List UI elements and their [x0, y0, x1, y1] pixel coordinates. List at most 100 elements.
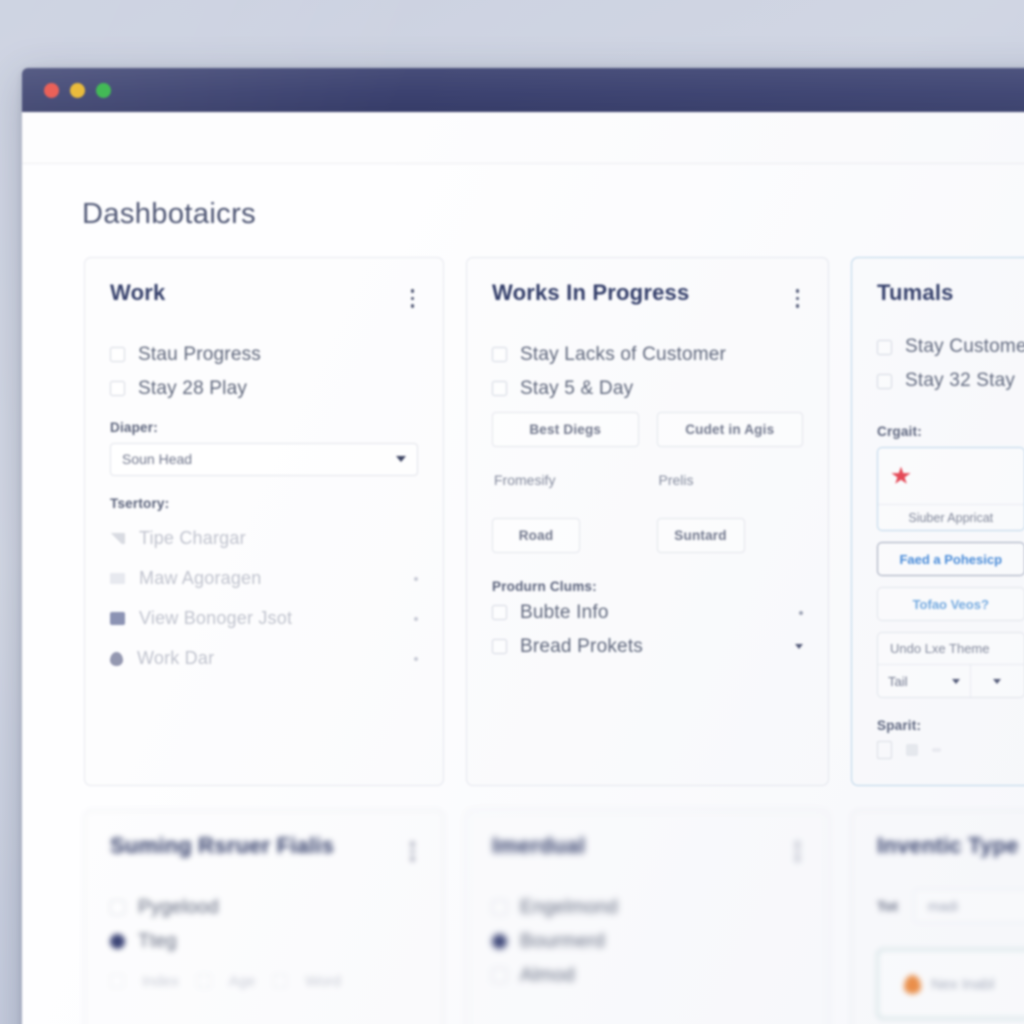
checkbox-icon[interactable]	[492, 639, 507, 654]
checkbox-row[interactable]: Pygelood	[110, 897, 418, 919]
inventic-field-row: Tot madi	[877, 889, 1024, 923]
status-dot	[414, 616, 418, 621]
kebab-menu-icon[interactable]	[407, 283, 419, 314]
card-inventic-type: Inventic Type Tot madi Nex Inabl	[851, 810, 1024, 1024]
tile-card[interactable]: Siuber Appricat	[877, 447, 1024, 531]
combo-select[interactable]: Tail	[878, 665, 970, 697]
dashboard-grid-row2: Suming Rsruer Fialis Pygelood Tteg Index…	[84, 810, 1024, 1024]
action-button[interactable]: Tofao Veos?	[877, 587, 1024, 621]
chip-button[interactable]: Suntard	[656, 517, 745, 553]
chart-icon	[110, 533, 125, 544]
list-item[interactable]: Tipe Chargar	[110, 519, 418, 559]
minimize-window-button[interactable]	[70, 82, 85, 98]
radio-row[interactable]: Tteg	[110, 931, 418, 953]
checkbox-row[interactable]: Bubte Info	[492, 602, 803, 624]
checkbox-icon[interactable]	[110, 347, 125, 362]
checkbox-label: Stay 28 Play	[138, 377, 248, 399]
status-dot	[414, 656, 418, 661]
tile-card[interactable]: Nex Inabl	[877, 949, 1024, 1019]
checkbox-icon[interactable]	[110, 974, 124, 988]
maximize-window-button[interactable]	[96, 82, 111, 98]
file-icon[interactable]	[877, 741, 892, 759]
checkbox-row[interactable]: Stay Lacks of Customer	[492, 344, 803, 366]
card-header: Imerdual	[492, 833, 803, 867]
checkbox-label: Bread Prokets	[520, 635, 643, 657]
mini-label: Age	[228, 972, 256, 990]
square-icon[interactable]	[906, 744, 918, 756]
checkbox-row[interactable]: Engelmond	[492, 897, 803, 919]
chip-sublabel: Fromesify	[494, 471, 556, 488]
checkbox-label: Pygelood	[138, 896, 219, 918]
card-header: Tumals	[877, 280, 1024, 306]
inventic-input[interactable]: madi	[913, 889, 1024, 923]
chevron-down-icon[interactable]	[795, 644, 803, 649]
footer-label: Sparit:	[877, 718, 922, 733]
checkbox-icon[interactable]	[492, 605, 507, 620]
checkbox-icon[interactable]	[110, 900, 125, 915]
checkbox-icon[interactable]	[492, 381, 507, 396]
checkbox-icon[interactable]	[877, 373, 892, 389]
checkbox-icon[interactable]	[877, 339, 892, 355]
checkbox-icon[interactable]	[492, 347, 507, 362]
kebab-menu-icon[interactable]	[792, 836, 804, 867]
checkbox-icon[interactable]	[492, 968, 507, 983]
mini-label: Word	[305, 972, 341, 990]
flame-icon	[904, 974, 921, 994]
kebab-menu-icon[interactable]	[407, 836, 419, 867]
card-title: Work	[110, 280, 166, 305]
diaper-select[interactable]: Soun Head	[110, 442, 418, 476]
radio-icon[interactable]	[492, 934, 507, 949]
kebab-menu-icon[interactable]	[792, 283, 804, 314]
section-label: Produrn Clums:	[492, 578, 597, 594]
chip-button[interactable]: Best Diegs	[492, 411, 639, 447]
dash-icon[interactable]	[932, 748, 941, 752]
list-item-label: Work Dar	[137, 648, 215, 668]
card-title: Works In Progress	[492, 280, 690, 305]
card-header: Works In Progress	[492, 280, 803, 314]
square-icon	[110, 612, 125, 625]
list-label: Tsertory:	[110, 495, 170, 511]
checkbox-icon[interactable]	[492, 900, 507, 915]
list-item-label: Tipe Chargar	[139, 528, 246, 548]
checkbox-icon[interactable]	[110, 381, 125, 396]
radio-label: Bourmerd	[520, 930, 606, 952]
checkbox-icon[interactable]	[196, 974, 211, 988]
list-item[interactable]: View Bonoger Jsot	[110, 599, 418, 639]
checkbox-row[interactable]: Stay 28 Play	[110, 378, 418, 400]
field-label: Tot	[877, 898, 898, 914]
chip-button[interactable]: Cudet in Agis	[656, 411, 803, 447]
card-suming-rsruer-fialis: Suming Rsruer Fialis Pygelood Tteg Index…	[84, 810, 444, 1024]
close-window-button[interactable]	[44, 82, 59, 98]
tile-column-left: Crgait: Siuber Appricat Faed a Pohesicp …	[877, 404, 1024, 759]
checkbox-icon[interactable]	[273, 974, 288, 988]
chevron-down-icon	[396, 456, 406, 462]
combo-select-secondary[interactable]	[969, 665, 1024, 697]
checkbox-row[interactable]: Stay Customer	[877, 336, 1024, 358]
card-tumals: Tumals Stay Customer Stay 32 Stay Crgait…	[851, 257, 1024, 786]
list-item[interactable]: Maw Agoragen	[110, 559, 418, 599]
list-item[interactable]: Work Dar	[110, 639, 418, 679]
checkbox-label: Stay 32 Stay	[905, 370, 1016, 391]
card-header: Suming Rsruer Fialis	[110, 833, 418, 867]
checkbox-row[interactable]: Stau Progress	[110, 344, 418, 366]
chip-row-top: Best Diegs Cudet in Agis Fromesify Preli…	[492, 411, 803, 553]
window-titlebar	[22, 68, 1024, 112]
checkbox-label: Bubte Info	[520, 601, 609, 623]
action-button[interactable]: Faed a Pohesicp	[877, 542, 1024, 576]
radio-row[interactable]: Bourmerd	[492, 931, 803, 953]
checkbox-label: Stay Lacks of Customer	[520, 343, 727, 365]
star-icon	[891, 466, 911, 484]
card-title: Suming Rsruer Fialis	[110, 833, 335, 858]
tile-body	[878, 448, 1024, 504]
footer-icons	[877, 741, 1024, 759]
checkbox-row[interactable]: Bread Prokets	[492, 636, 803, 658]
chip-button[interactable]: Road	[492, 517, 580, 553]
page-title: Dashbotaicrs	[82, 198, 257, 230]
checkbox-row[interactable]: Stay 32 Stay	[877, 370, 1024, 392]
theme-combo[interactable]: Undo Lxe Theme Tail	[877, 632, 1024, 698]
checkbox-row[interactable]: Almod	[492, 965, 803, 987]
radio-icon[interactable]	[110, 934, 125, 949]
card-title: Inventic Type	[877, 833, 1019, 858]
checkbox-row[interactable]: Stay 5 & Day	[492, 378, 803, 400]
card-header: Work	[110, 280, 418, 314]
